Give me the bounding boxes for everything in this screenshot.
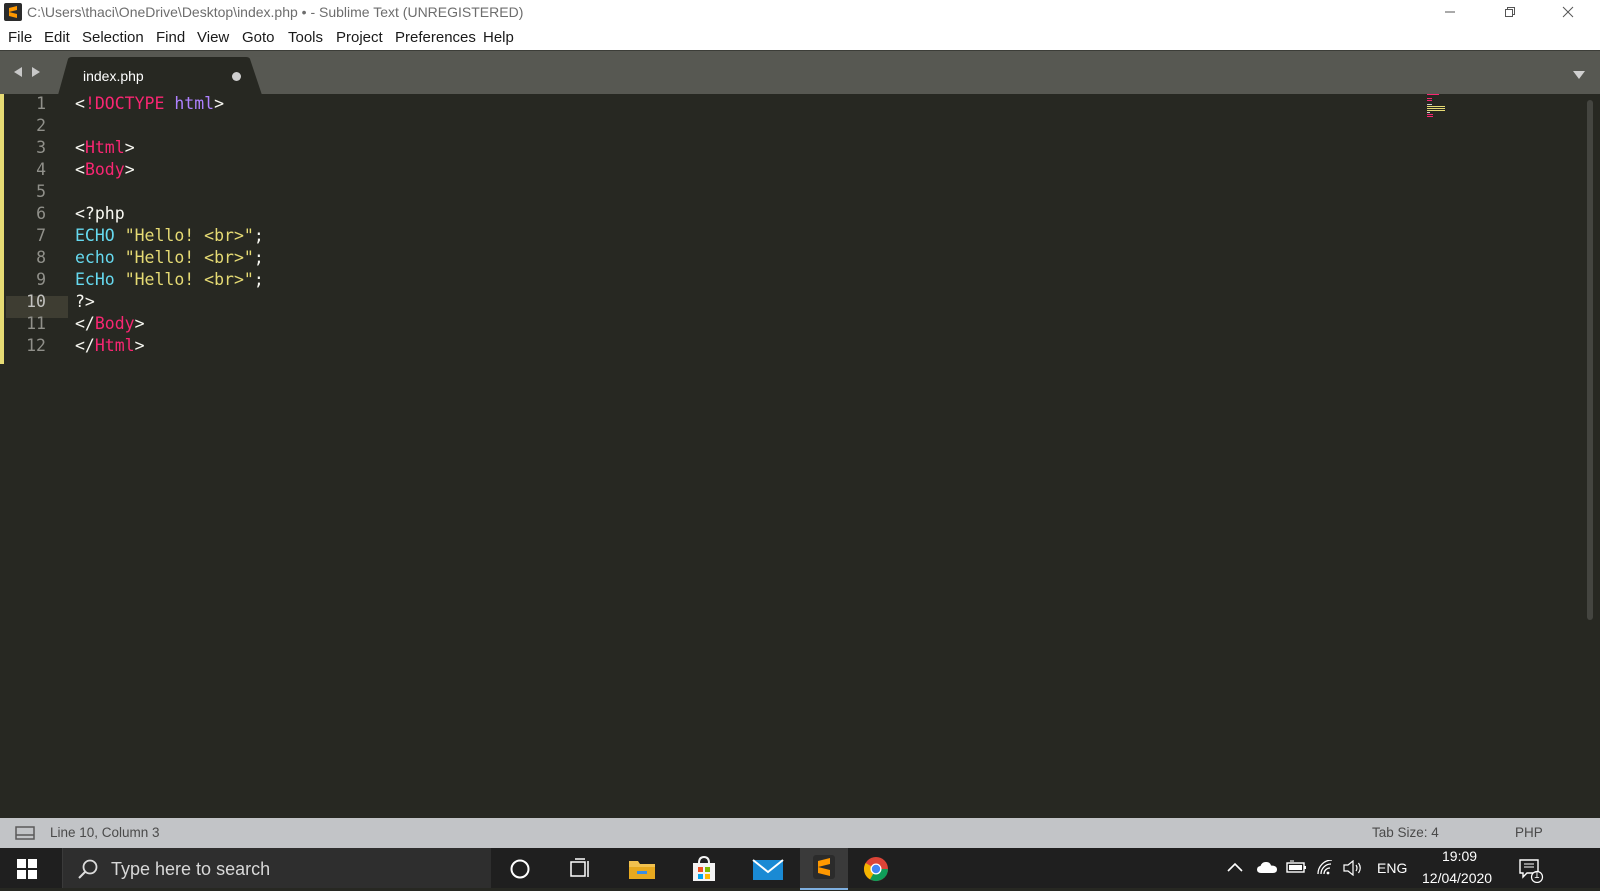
menu-file[interactable]: File (8, 29, 32, 46)
code-line: </Html> (75, 336, 145, 355)
minimap[interactable] (1427, 94, 1457, 124)
search-placeholder: Type here to search (111, 859, 271, 879)
chevron-right-icon (32, 67, 40, 77)
status-bar: Line 10, Column 3 Tab Size: 4 PHP (0, 818, 1600, 848)
windows-start-icon[interactable] (17, 859, 37, 884)
action-center-icon[interactable]: 1 (1518, 857, 1544, 888)
search-icon (77, 858, 99, 885)
line-number: 9 (36, 270, 46, 289)
sublime-app-icon (4, 3, 22, 21)
battery-icon[interactable] (1286, 860, 1308, 879)
taskbar-search-box[interactable]: Type here to search (62, 848, 491, 888)
menu-view[interactable]: View (197, 29, 229, 46)
line-number: 8 (36, 248, 46, 267)
file-explorer-icon[interactable] (628, 856, 656, 882)
restore-button[interactable] (1487, 0, 1533, 24)
menu-tools[interactable]: Tools (288, 29, 323, 46)
tab-size-selector[interactable]: Tab Size: 4 (1372, 825, 1439, 840)
code-line: <Html> (75, 138, 135, 157)
close-button[interactable] (1545, 0, 1591, 24)
line-number: 3 (36, 138, 46, 157)
line-number: 4 (36, 160, 46, 179)
code-content[interactable]: <!DOCTYPE html> <Html> <Body> <?php ECHO… (75, 94, 264, 355)
menu-goto[interactable]: Goto (242, 29, 275, 46)
menu-edit[interactable]: Edit (44, 29, 70, 46)
input-language[interactable]: ENG (1377, 860, 1407, 876)
editor-area[interactable]: 1 2 3 4 5 6 7 8 9 10 11 12 <!DOCTYPE htm… (0, 94, 1600, 818)
code-line: ?> (75, 292, 95, 311)
window-title: C:\Users\thaci\OneDrive\Desktop\index.ph… (27, 4, 524, 20)
clock-date[interactable]: 12/04/2020 (1422, 870, 1492, 886)
line-number: 5 (36, 182, 46, 201)
menu-selection[interactable]: Selection (82, 29, 144, 46)
modified-lines-indicator (0, 94, 4, 364)
code-line: echo "Hello! <br>"; (75, 248, 264, 267)
microsoft-store-icon[interactable] (690, 855, 718, 882)
tab-dropdown-icon[interactable] (1572, 67, 1586, 85)
code-line: EcHo "Hello! <br>"; (75, 270, 264, 289)
menu-bar: File Edit Selection Find View Goto Tools… (0, 24, 1600, 50)
menu-help[interactable]: Help (483, 29, 514, 46)
clock-time[interactable]: 19:09 (1442, 848, 1477, 864)
minimize-button[interactable] (1427, 0, 1473, 24)
volume-icon[interactable] (1343, 859, 1363, 881)
code-line: </Body> (75, 314, 145, 333)
title-bar: C:\Users\thaci\OneDrive\Desktop\index.ph… (0, 0, 1600, 24)
chrome-icon[interactable] (862, 856, 890, 882)
line-number: 1 (36, 94, 46, 113)
tab-index-php[interactable]: index.php (58, 57, 268, 95)
cortana-icon[interactable] (506, 856, 534, 882)
tab-nav-arrows[interactable] (12, 65, 44, 84)
menu-find[interactable]: Find (156, 29, 185, 46)
code-line: <Body> (75, 160, 135, 179)
tab-label: index.php (83, 68, 144, 84)
menu-project[interactable]: Project (336, 29, 383, 46)
menu-preferences[interactable]: Preferences (395, 29, 476, 46)
task-view-icon[interactable] (567, 856, 595, 882)
cursor-position: Line 10, Column 3 (50, 825, 160, 840)
vertical-scrollbar[interactable] (1587, 100, 1593, 620)
unsaved-dot-icon[interactable] (232, 72, 241, 81)
notification-count: 1 (1534, 870, 1540, 881)
syntax-selector[interactable]: PHP (1515, 825, 1543, 840)
mail-icon[interactable] (752, 856, 784, 882)
show-hidden-icons-chevron[interactable] (1226, 860, 1244, 879)
code-line: ECHO "Hello! <br>"; (75, 226, 264, 245)
code-line: <!DOCTYPE html> (75, 94, 225, 113)
chevron-left-icon (14, 67, 22, 77)
taskbar: Type here to search ENG 19:09 12/04/2020… (0, 848, 1600, 890)
panel-toggle-icon[interactable] (15, 826, 35, 845)
line-number: 2 (36, 116, 46, 135)
tab-bar: index.php (0, 50, 1600, 95)
line-number: 12 (26, 336, 46, 355)
line-number: 7 (36, 226, 46, 245)
line-number: 6 (36, 204, 46, 223)
sublime-taskbar-icon[interactable] (800, 848, 848, 890)
code-line: <?php (75, 204, 125, 223)
line-number: 11 (26, 314, 46, 333)
wifi-icon[interactable] (1316, 859, 1336, 881)
onedrive-icon[interactable] (1256, 860, 1278, 879)
line-number-active: 10 (26, 292, 46, 311)
